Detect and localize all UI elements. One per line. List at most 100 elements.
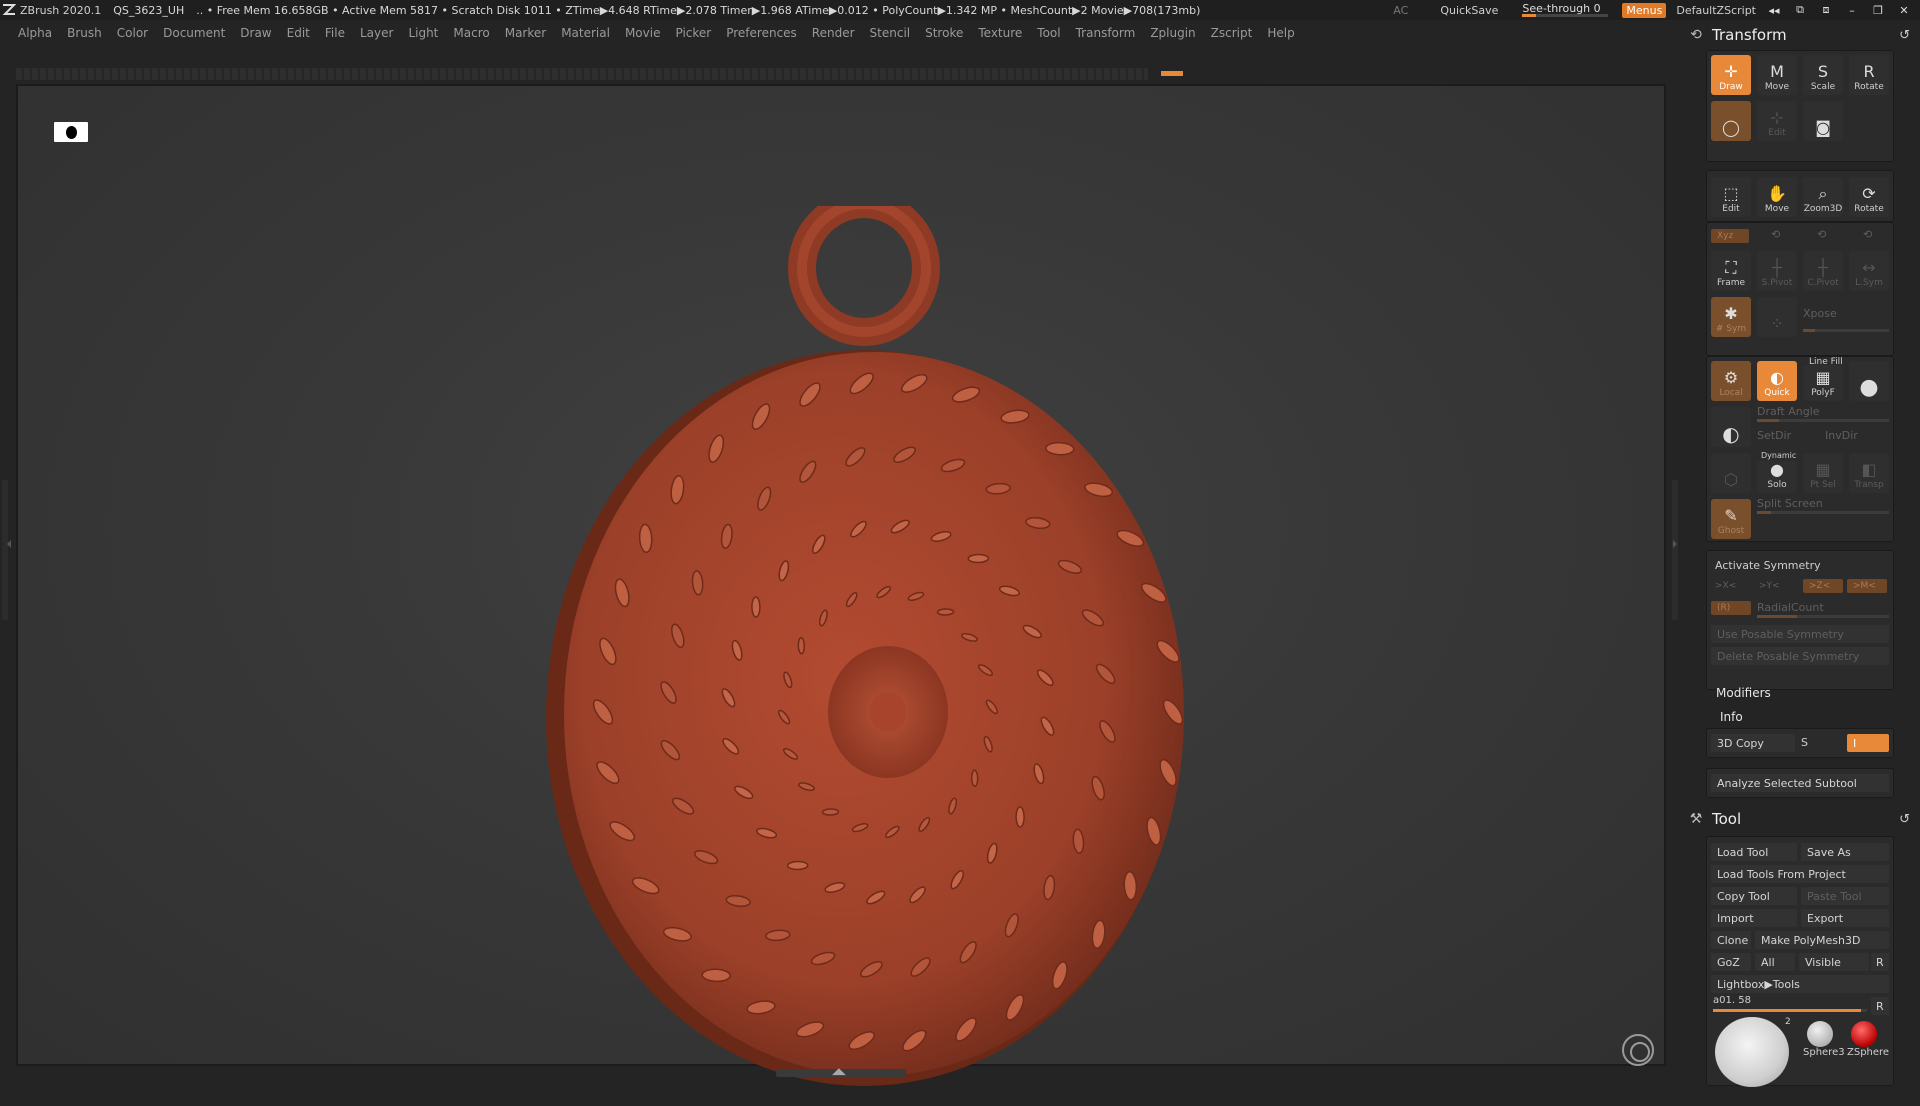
sym-y-toggle[interactable]: >Y< xyxy=(1759,581,1780,591)
zoom3d-button[interactable]: ⌕ Zoom3D xyxy=(1803,177,1843,217)
menu-document[interactable]: Document xyxy=(163,26,225,40)
menu-stroke[interactable]: Stroke xyxy=(925,26,963,40)
delete-posable-symmetry-button[interactable]: Delete Posable Symmetry xyxy=(1711,647,1889,665)
see-through-slider[interactable]: See-through 0 xyxy=(1522,2,1612,18)
ptsel-button[interactable]: ▦ Pt Sel xyxy=(1803,453,1843,493)
goz-visible-button[interactable]: Visible xyxy=(1799,953,1869,971)
setdir-button[interactable]: SetDir xyxy=(1757,429,1791,442)
save-as-button[interactable]: Save As xyxy=(1801,843,1889,861)
move-view-button[interactable]: ✋ Move xyxy=(1757,177,1797,217)
goz-all-button[interactable]: All xyxy=(1755,953,1795,971)
menu-stencil[interactable]: Stencil xyxy=(870,26,911,40)
menu-zplugin[interactable]: Zplugin xyxy=(1150,26,1195,40)
menus-button[interactable]: Menus xyxy=(1622,2,1667,18)
menu-tool[interactable]: Tool xyxy=(1037,26,1060,40)
transform-palette-header[interactable]: ⟲ Transform ↺ xyxy=(1680,22,1920,48)
menu-alpha[interactable]: Alpha xyxy=(18,26,52,40)
modifiers-subpalette[interactable]: Modifiers xyxy=(1716,686,1771,700)
tile-windows-icon[interactable]: ⧉ xyxy=(1792,3,1808,17)
edit-button[interactable]: ⬚ Edit xyxy=(1711,177,1751,217)
close-icon[interactable]: ✕ xyxy=(1896,4,1912,17)
right-tray-handle[interactable] xyxy=(1672,480,1678,620)
gizmo3d-button[interactable]: ◯ xyxy=(1711,101,1751,141)
make-polymesh3d-button[interactable]: Make PolyMesh3D xyxy=(1755,931,1889,949)
default-zscript-button[interactable]: DefaultZScript xyxy=(1676,4,1756,17)
sym-x-toggle[interactable]: >X< xyxy=(1715,581,1736,591)
move-button[interactable]: M Move xyxy=(1757,55,1797,95)
tool-reset-icon[interactable]: ↺ xyxy=(1899,812,1910,827)
menu-preferences[interactable]: Preferences xyxy=(726,26,797,40)
ghost-button[interactable]: ✎ Ghost xyxy=(1711,499,1751,539)
lightbox-tools-button[interactable]: Lightbox▶Tools xyxy=(1711,975,1889,993)
paste-tool-button[interactable]: Paste Tool xyxy=(1801,887,1889,905)
invdir-button[interactable]: InvDir xyxy=(1825,429,1858,442)
polyf-button[interactable]: ▦ PolyF xyxy=(1803,365,1843,401)
layout-toggle-icon[interactable]: ◂◂ xyxy=(1766,4,1782,17)
eye-icon[interactable] xyxy=(54,122,88,142)
quicksave-button[interactable]: QuickSave xyxy=(1440,4,1498,17)
sym-radial-toggle[interactable]: (R) xyxy=(1711,601,1751,615)
export-button[interactable]: Export xyxy=(1801,909,1889,927)
menu-draw[interactable]: Draw xyxy=(240,26,271,40)
left-tray-handle[interactable] xyxy=(2,480,11,620)
xyz-rotate-toggle[interactable]: Xyz xyxy=(1711,229,1749,243)
quick-button[interactable]: ◐ Quick xyxy=(1757,361,1797,401)
rotate-button[interactable]: R Rotate xyxy=(1849,55,1889,95)
analyze-subtool-button[interactable]: Analyze Selected Subtool xyxy=(1711,774,1889,792)
copy-s-toggle[interactable]: S xyxy=(1801,736,1808,749)
snapshot-button[interactable]: ◙ xyxy=(1803,101,1843,141)
cascade-windows-icon[interactable]: ⧈ xyxy=(1818,3,1834,17)
sphere3-thumbnail[interactable] xyxy=(1807,1021,1833,1047)
copy-i-toggle[interactable]: I xyxy=(1847,734,1889,752)
split-screen-slider[interactable] xyxy=(1757,511,1889,514)
free-rotate-icon[interactable]: ⟲ xyxy=(1863,228,1872,241)
goz-button[interactable]: GoZ xyxy=(1711,953,1751,971)
3d-copy-button[interactable]: 3D Copy xyxy=(1711,734,1795,752)
material-sphere-button[interactable]: ● xyxy=(1849,361,1889,401)
sym-button[interactable]: ✱ # Sym xyxy=(1711,297,1751,337)
tool-r-button[interactable]: R xyxy=(1871,997,1889,1015)
bottom-tray-handle[interactable]: ◢◣ xyxy=(776,1067,906,1077)
xpose-toggle[interactable]: ⁘ xyxy=(1757,297,1797,337)
navigation-gizmo-icon[interactable] xyxy=(1622,1034,1654,1066)
menu-macro[interactable]: Macro xyxy=(453,26,489,40)
edit-pivot-button[interactable]: ⊹ Edit xyxy=(1757,101,1797,141)
info-subpalette[interactable]: Info xyxy=(1720,710,1743,724)
menu-transform[interactable]: Transform xyxy=(1076,26,1136,40)
sym-m-toggle[interactable]: >M< xyxy=(1847,579,1887,593)
radial-count-slider[interactable] xyxy=(1757,615,1889,618)
menu-marker[interactable]: Marker xyxy=(505,26,546,40)
box-toggle[interactable]: ⬡ xyxy=(1711,453,1751,493)
load-tools-from-project-button[interactable]: Load Tools From Project xyxy=(1711,865,1889,883)
xpose-slider[interactable] xyxy=(1803,329,1889,332)
y-rotate-icon[interactable]: ⟲ xyxy=(1771,228,1780,241)
palette-reset-icon[interactable]: ↺ xyxy=(1899,28,1910,43)
tool-palette-header[interactable]: ⚒ Tool ↺ xyxy=(1680,806,1920,832)
menu-zscript[interactable]: Zscript xyxy=(1211,26,1253,40)
solo-button[interactable]: ● Solo xyxy=(1757,461,1797,493)
menu-brush[interactable]: Brush xyxy=(67,26,102,40)
activate-symmetry-button[interactable]: Activate Symmetry xyxy=(1715,559,1821,572)
pendant-mesh[interactable] xyxy=(538,206,1198,1106)
tool-slider[interactable] xyxy=(1713,1009,1867,1012)
menu-edit[interactable]: Edit xyxy=(287,26,310,40)
menu-help[interactable]: Help xyxy=(1267,26,1294,40)
minimize-icon[interactable]: – xyxy=(1844,4,1860,17)
menu-file[interactable]: File xyxy=(325,26,345,40)
lsym-button[interactable]: ↔ L.Sym xyxy=(1849,251,1889,291)
draft-angle-slider[interactable] xyxy=(1757,419,1889,422)
menu-material[interactable]: Material xyxy=(561,26,610,40)
z-rotate-icon[interactable]: ⟲ xyxy=(1817,228,1826,241)
menu-light[interactable]: Light xyxy=(408,26,438,40)
bpr-toggle[interactable]: ◐ xyxy=(1711,407,1751,447)
rotate-view-button[interactable]: ⟳ Rotate xyxy=(1849,177,1889,217)
menu-texture[interactable]: Texture xyxy=(978,26,1022,40)
load-tool-button[interactable]: Load Tool xyxy=(1711,843,1797,861)
draw-button[interactable]: ✛ Draw xyxy=(1711,55,1751,95)
menu-layer[interactable]: Layer xyxy=(360,26,393,40)
copy-tool-button[interactable]: Copy Tool xyxy=(1711,887,1797,905)
zsphere-thumbnail[interactable] xyxy=(1851,1021,1877,1047)
timeline-marker[interactable] xyxy=(1161,71,1183,76)
document-canvas[interactable] xyxy=(16,84,1666,1086)
frame-button[interactable]: ⛶ Frame xyxy=(1711,251,1751,291)
